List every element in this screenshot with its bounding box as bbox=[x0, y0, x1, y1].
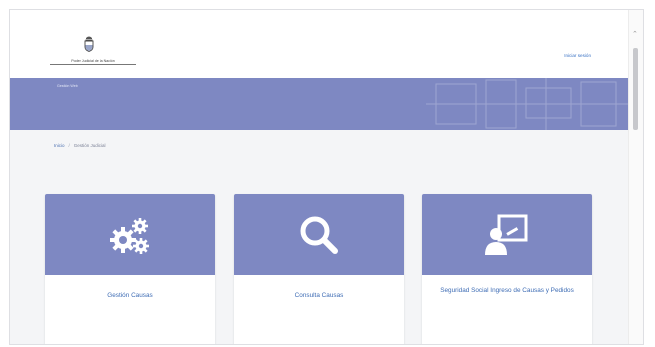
hero-title: Gestión Web bbox=[57, 84, 78, 88]
login-link[interactable]: Iniciar sesión bbox=[564, 53, 591, 58]
vertical-scrollbar[interactable]: ⌃ bbox=[628, 10, 643, 344]
scroll-up-arrow-icon[interactable]: ⌃ bbox=[632, 30, 638, 38]
card-label: Gestión Causas bbox=[107, 292, 153, 299]
card-label: Seguridad Social Ingreso de Causas y Ped… bbox=[440, 287, 574, 294]
scrollbar-thumb[interactable] bbox=[633, 48, 638, 130]
card-label: Consulta Causas bbox=[294, 292, 344, 299]
card-consulta-causas[interactable]: Consulta Causas bbox=[234, 194, 404, 344]
breadcrumb-current: Gestión Judicial bbox=[73, 143, 106, 148]
gears-icon bbox=[110, 218, 149, 254]
search-icon bbox=[300, 216, 338, 254]
hero-pattern-decoration bbox=[426, 78, 631, 130]
breadcrumb-home[interactable]: Inicio bbox=[54, 143, 65, 148]
card-header bbox=[422, 194, 592, 275]
top-header: Poder Judicial de la Nación Iniciar sesi… bbox=[10, 10, 631, 78]
hero-banner: Gestión Web bbox=[10, 78, 631, 130]
card-header bbox=[45, 194, 215, 275]
breadcrumb: Inicio / Gestión Judicial bbox=[54, 143, 106, 148]
site-logo[interactable]: Poder Judicial de la Nación bbox=[50, 36, 136, 70]
browser-viewport: Poder Judicial de la Nación Iniciar sesi… bbox=[9, 9, 644, 345]
card-gestion-causas[interactable]: Gestión Causas bbox=[45, 194, 215, 344]
org-name: Poder Judicial de la Nación bbox=[50, 59, 136, 65]
coat-of-arms-icon bbox=[84, 36, 94, 52]
presentation-icon bbox=[485, 214, 528, 255]
breadcrumb-separator: / bbox=[68, 143, 70, 148]
card-seguridad-social[interactable]: Seguridad Social Ingreso de Causas y Ped… bbox=[422, 194, 592, 344]
card-header bbox=[234, 194, 404, 275]
